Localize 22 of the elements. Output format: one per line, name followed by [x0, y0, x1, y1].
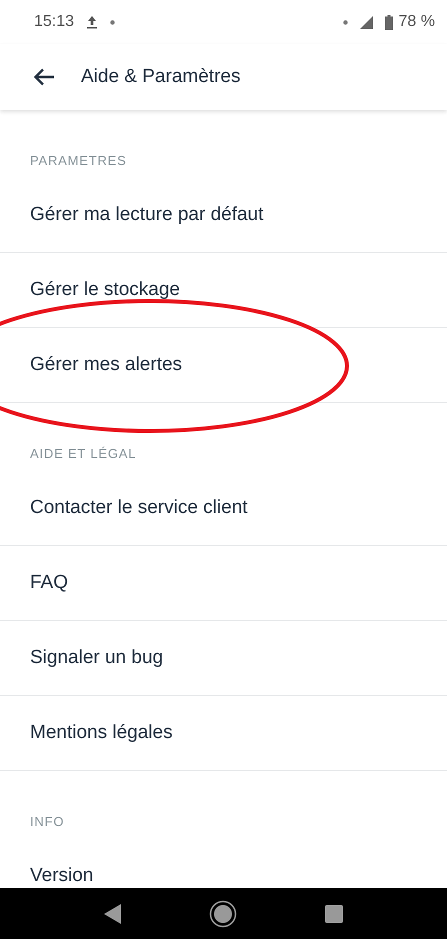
settings-item[interactable]: Mentions légales: [0, 696, 447, 771]
settings-item[interactable]: Contacter le service client: [0, 471, 447, 546]
home-icon[interactable]: [209, 900, 238, 928]
recents-icon[interactable]: [325, 904, 344, 922]
signal-icon: [360, 16, 373, 28]
section-heading: PARAMETRES: [29, 152, 128, 170]
settings-item[interactable]: Signaler un bug: [0, 621, 447, 696]
settings-item[interactable]: Gérer ma lecture par défaut: [0, 178, 447, 253]
back-icon[interactable]: [104, 904, 122, 924]
page-title: Aide & Paramètres: [81, 66, 240, 88]
back-arrow-icon[interactable]: [33, 68, 55, 86]
settings-item[interactable]: Gérer le stockage: [0, 253, 447, 328]
notification-dot-icon: [110, 20, 116, 24]
settings-item[interactable]: Gérer mes alertes: [0, 328, 447, 403]
status-time: 15:13: [34, 13, 74, 31]
battery-percentage: 78 %: [398, 13, 435, 31]
upload-icon: [86, 15, 98, 29]
section-heading: AIDE ET LÉGAL: [29, 445, 138, 463]
notification-dot-icon: [342, 20, 348, 24]
battery-icon: [384, 14, 393, 30]
section-heading: INFO: [29, 813, 66, 831]
settings-item[interactable]: FAQ: [0, 546, 447, 621]
